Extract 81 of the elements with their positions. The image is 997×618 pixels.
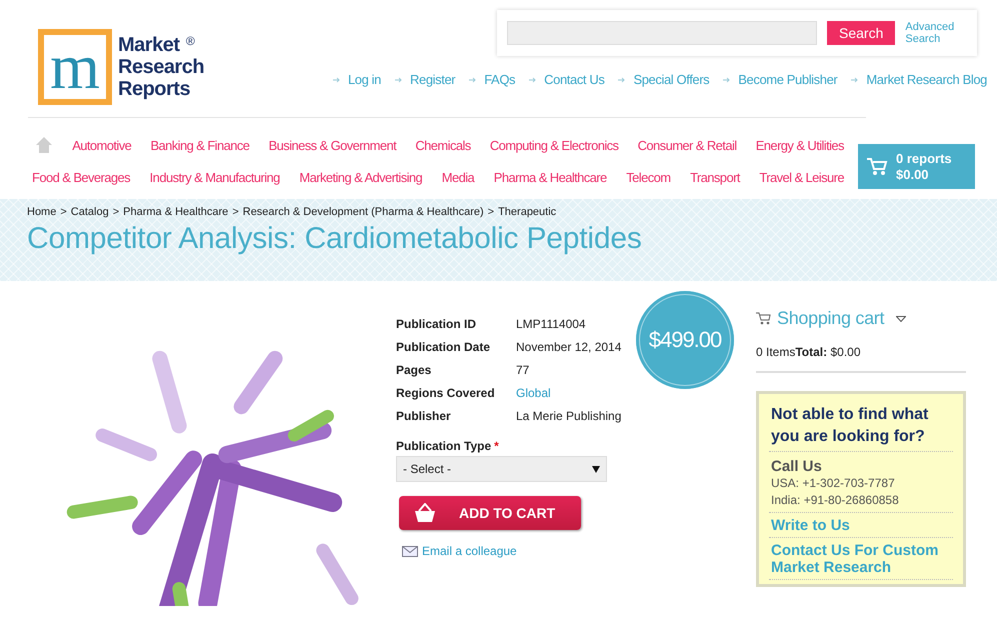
- publication-type-dropdown[interactable]: - Select -: [396, 456, 607, 482]
- category-link[interactable]: Food & Beverages: [32, 170, 130, 184]
- logo-text[interactable]: Reports: [118, 78, 190, 100]
- mail-icon: [402, 546, 418, 556]
- basket-icon: [413, 503, 437, 523]
- arrow-icon: [851, 76, 860, 82]
- category-link[interactable]: Industry & Manufacturing: [150, 170, 280, 184]
- add-to-cart-button[interactable]: ADD TO CART: [399, 496, 581, 530]
- nav-link[interactable]: Contact Us: [544, 72, 604, 87]
- nav-link[interactable]: Log in: [348, 72, 381, 87]
- detail-value: November 12, 2014: [516, 340, 622, 354]
- breadcrumb-link[interactable]: Pharma & Healthcare: [123, 206, 228, 218]
- detail-label: Publication Date: [396, 340, 492, 354]
- search-field[interactable]: [507, 21, 817, 45]
- search-button[interactable]: Search: [827, 21, 896, 45]
- breadcrumb-current: Therapeutic: [498, 206, 556, 218]
- dropdown-icon[interactable]: [896, 316, 906, 322]
- arrow-icon: [723, 76, 732, 82]
- detail-label: Publisher: [396, 408, 452, 422]
- price-badge: $499.00: [636, 291, 734, 389]
- help-link[interactable]: Contact Us For Custom Market Research: [769, 538, 953, 580]
- required-mark: *: [494, 439, 499, 453]
- category-link[interactable]: Travel & Leisure: [759, 170, 844, 184]
- arrow-icon: [618, 76, 626, 82]
- help-link[interactable]: Write to Us: [769, 513, 953, 538]
- category-link[interactable]: Consumer & Retail: [638, 138, 737, 152]
- cart-total: $0.00: [896, 166, 930, 182]
- category-link[interactable]: Transport: [690, 170, 740, 184]
- detail-value: La Merie Publishing: [516, 408, 622, 422]
- registered-mark: ®: [186, 33, 194, 50]
- detail-label: Regions Covered: [396, 386, 496, 400]
- logo-text[interactable]: Market: [118, 34, 180, 56]
- category-link[interactable]: Banking & Finance: [150, 138, 250, 152]
- logo-letter[interactable]: m: [38, 29, 112, 105]
- help-heading: Not able to find what you are looking for?: [769, 404, 953, 452]
- arrow-icon: [395, 76, 403, 82]
- category-link[interactable]: Pharma & Healthcare: [494, 170, 607, 184]
- nav-link[interactable]: Special Offers: [633, 72, 710, 87]
- category-link[interactable]: Chemicals: [415, 138, 471, 152]
- breadcrumb-link[interactable]: Research & Development (Pharma & Healthcare): [242, 206, 484, 218]
- breadcrumb-separator: >: [232, 206, 239, 218]
- category-link[interactable]: Media: [442, 170, 474, 184]
- arrow-icon: [469, 76, 478, 82]
- arrow-icon: [529, 76, 538, 82]
- breadcrumb-link[interactable]: Home: [27, 206, 56, 218]
- category-link[interactable]: Telecom: [626, 170, 670, 184]
- category-link[interactable]: Business & Government: [268, 138, 396, 152]
- category-link[interactable]: Energy & Utilities: [756, 138, 844, 152]
- advanced-search-link[interactable]: Advanced Search: [905, 21, 962, 45]
- category-link[interactable]: Computing & Electronics: [490, 138, 618, 152]
- region-link[interactable]: Global: [516, 386, 551, 400]
- email-link[interactable]: Email a colleague: [422, 544, 517, 558]
- detail-value: LMP1114004: [516, 316, 586, 330]
- field-label: Publication Type: [396, 439, 492, 453]
- detail-value: 77: [516, 362, 530, 376]
- cart-summary-button[interactable]: 0 reports $0.00: [858, 144, 975, 189]
- breadcrumb-separator: >: [488, 206, 494, 218]
- nav-link[interactable]: FAQs: [484, 72, 516, 87]
- cart-count: 0 reports: [896, 150, 952, 166]
- breadcrumb-separator: >: [112, 206, 120, 218]
- logo-text[interactable]: Research: [118, 56, 204, 78]
- home-icon[interactable]: [35, 136, 53, 154]
- detail-label: Pages: [396, 362, 432, 376]
- call-heading: Call Us: [771, 458, 823, 475]
- category-link[interactable]: Marketing & Advertising: [299, 170, 422, 184]
- arrow-icon: [332, 76, 341, 82]
- phone-number: India: +91-80-26860858: [771, 492, 900, 509]
- detail-label: Publication ID: [396, 316, 478, 330]
- cart-total-text: 0 ItemsTotal: $0.00: [756, 345, 966, 373]
- nav-link[interactable]: Market Research Blog: [866, 72, 987, 87]
- phone-number: USA: +1-302-703-7787: [771, 475, 896, 492]
- category-link[interactable]: Automotive: [72, 138, 132, 152]
- nav-link[interactable]: Become Publisher: [738, 72, 838, 87]
- breadcrumb-separator: >: [60, 206, 67, 218]
- caret-icon: [592, 466, 600, 472]
- page-title: Competitor Analysis: Cardiometabolic Peptides: [27, 222, 643, 256]
- breadcrumb-link[interactable]: Catalog: [70, 206, 109, 218]
- cart-icon: [866, 156, 888, 176]
- nav-link[interactable]: Register: [410, 72, 456, 87]
- shopping-cart-link[interactable]: Shopping cart: [777, 308, 884, 329]
- cart-icon: [756, 312, 771, 325]
